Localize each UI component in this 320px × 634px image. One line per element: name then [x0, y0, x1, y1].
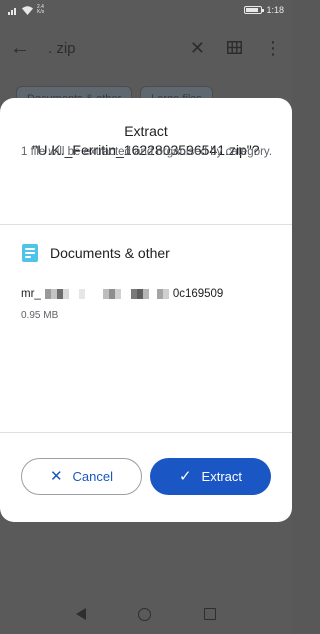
nav-recents-icon[interactable]	[203, 608, 216, 620]
close-icon[interactable]: ✕	[190, 38, 205, 59]
close-icon: ✕	[49, 468, 63, 485]
file-name: mr_ 0c169509	[21, 288, 223, 300]
file-name-suffix: 0c169509	[172, 288, 224, 300]
status-left: 2.4 K/s	[8, 5, 44, 15]
extract-button[interactable]: ✓ Extract	[150, 458, 271, 495]
divider	[0, 432, 292, 433]
network-rate-unit: K/s	[37, 9, 45, 15]
network-rate: 2.4 K/s	[37, 5, 44, 15]
category-label: Documents & other	[50, 245, 170, 261]
cancel-button-label: Cancel	[72, 469, 114, 484]
redacted-text	[44, 289, 169, 299]
check-icon: ✓	[178, 468, 192, 485]
divider	[0, 224, 292, 225]
document-icon	[22, 244, 38, 262]
extract-button-label: Extract	[201, 469, 243, 484]
status-time: 1:18	[266, 5, 284, 15]
signal-icon	[8, 7, 16, 15]
search-query[interactable]: . zip	[48, 40, 168, 57]
app-bar: ← . zip ✕ ⋮	[0, 28, 292, 68]
dialog-message: 1 file will be extracted and organised b…	[21, 146, 273, 158]
screen: 2.4 K/s 1:18 ← . zip ✕ ⋮ Documents &	[0, 0, 292, 634]
battery-icon	[244, 6, 265, 14]
wifi-icon	[22, 5, 33, 15]
status-right: 1:18	[244, 5, 284, 15]
battery-fill	[246, 8, 259, 12]
category-header: Documents & other	[22, 244, 170, 262]
file-size: 0.95 MB	[21, 310, 59, 321]
nav-home-icon[interactable]	[138, 607, 152, 621]
dialog-title-action: Extract	[124, 123, 168, 139]
cancel-button[interactable]: ✕ Cancel	[21, 458, 142, 495]
grid-view-icon[interactable]	[226, 38, 243, 59]
arrow-back-icon[interactable]: ←	[10, 37, 36, 60]
file-name-prefix: mr_	[21, 288, 41, 300]
navigation-bar	[0, 594, 292, 634]
extract-dialog: Extract "U.K._Ferritin_1622803596541.zip…	[0, 98, 292, 522]
nav-back-icon[interactable]	[76, 608, 87, 620]
status-bar: 2.4 K/s 1:18	[0, 0, 292, 20]
more-vert-icon[interactable]: ⋮	[264, 38, 282, 59]
